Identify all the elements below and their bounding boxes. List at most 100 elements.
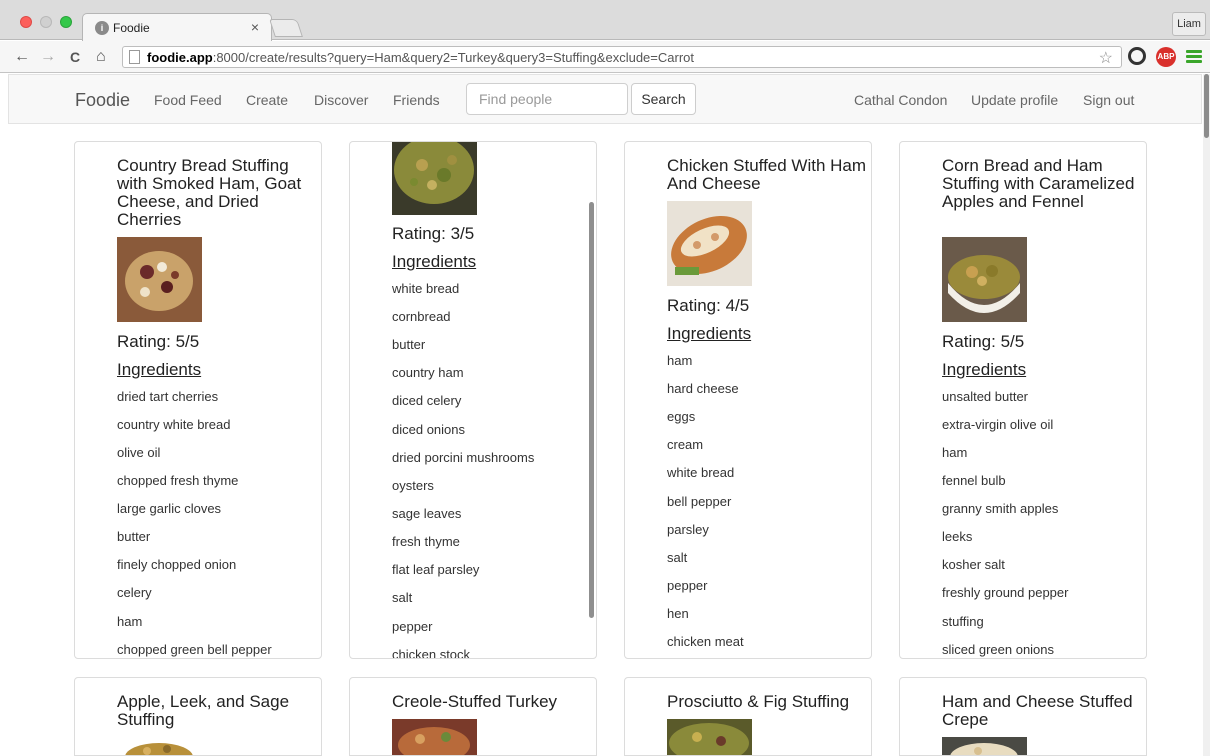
recipe-image[interactable] [392, 719, 477, 755]
brand-logo[interactable]: Foodie [75, 90, 130, 111]
ingredient-item: hen [667, 606, 689, 621]
search-button[interactable]: Search [631, 83, 696, 115]
find-people-input[interactable] [466, 83, 628, 115]
close-window-button[interactable] [20, 16, 32, 28]
recipe-image[interactable] [117, 237, 202, 322]
ingredient-item: celery [117, 585, 152, 600]
ingredient-item: chopped fresh thyme [117, 473, 239, 488]
recipe-title[interactable]: Creole-Stuffed Turkey [392, 693, 592, 711]
bookmark-star-icon[interactable]: ☆ [1099, 48, 1113, 68]
ingredient-item: chicken meat [667, 634, 744, 649]
forward-arrow-icon[interactable]: → [40, 47, 56, 67]
page-scrollbar-thumb[interactable] [1204, 74, 1209, 138]
ingredient-item: dried porcini mushrooms [392, 450, 535, 465]
recipe-title[interactable]: Country Bread Stuffing with Smoked Ham, … [117, 157, 317, 229]
minimize-window-button[interactable] [40, 16, 52, 28]
hamburger-menu-icon[interactable] [1186, 50, 1202, 63]
ingredient-item: cream [667, 437, 704, 452]
recipe-image[interactable] [942, 737, 1027, 755]
reload-icon[interactable]: C [70, 47, 80, 67]
ingredient-item: butter [392, 337, 426, 352]
ingredient-item: large garlic cloves [117, 501, 222, 516]
ingredient-item: leeks [942, 529, 973, 544]
recipe-title[interactable]: Corn Bread and Ham Stuffing with Caramel… [942, 157, 1142, 211]
ingredient-item: white bread [667, 465, 735, 480]
new-tab-button[interactable] [269, 19, 303, 37]
nav-discover[interactable]: Discover [314, 92, 368, 108]
recipe-image[interactable] [942, 237, 1027, 322]
ingredients-heading: Ingredients [942, 360, 1027, 379]
recipe-card: Chicken Stuffed With Ham And Cheese Rati… [624, 141, 872, 659]
recipe-card: Ham and Cheese Stuffed Crepe [899, 677, 1147, 756]
ingredient-item: ham [667, 353, 693, 368]
nav-user-name[interactable]: Cathal Condon [854, 92, 947, 108]
browser-toolbar: ← → C ⌂ foodie.app:8000/create/results?q… [0, 41, 1210, 73]
nav-food-feed[interactable]: Food Feed [154, 92, 222, 108]
ingredient-item: bell pepper [667, 494, 732, 509]
home-icon[interactable]: ⌂ [96, 47, 106, 67]
browser-tab[interactable]: i Foodie × [82, 13, 272, 41]
recipe-title[interactable]: Chicken Stuffed With Ham And Cheese [667, 157, 867, 193]
nav-update-profile[interactable]: Update profile [971, 92, 1058, 108]
ingredient-item: oysters [392, 478, 434, 493]
ingredient-item: sliced green onions [942, 642, 1055, 657]
recipe-image[interactable] [667, 719, 752, 755]
ingredient-item: country white bread [117, 417, 231, 432]
opera-extension-icon[interactable] [1128, 47, 1146, 65]
recipe-image[interactable] [667, 201, 752, 286]
url-text: foodie.app:8000/create/results?query=Ham… [147, 50, 694, 65]
recipe-title[interactable]: Prosciutto & Fig Stuffing [667, 693, 867, 711]
ingredient-item: parsley [667, 522, 709, 537]
card-scrollbar-thumb[interactable] [589, 202, 594, 618]
recipe-image[interactable] [117, 737, 202, 755]
ingredient-item: stuffing [942, 614, 984, 629]
recipe-title[interactable]: Apple, Leek, and Sage Stuffing [117, 693, 317, 729]
recipe-rating: Rating: 5/5 [942, 332, 1025, 351]
ingredient-item: hard cheese [667, 381, 739, 396]
ingredient-item: freshly ground pepper [942, 585, 1069, 600]
ingredient-item: fennel bulb [942, 473, 1006, 488]
nav-sign-out[interactable]: Sign out [1083, 92, 1134, 108]
tab-title: Foodie [113, 21, 150, 35]
ingredients-heading: Ingredients [117, 360, 202, 379]
ingredient-item: kosher salt [942, 557, 1005, 572]
ingredient-item: extra-virgin olive oil [942, 417, 1054, 432]
ingredient-item: finely chopped onion [117, 557, 237, 572]
recipe-card: Apple, Leek, and Sage Stuffing [74, 677, 322, 756]
page-scrollbar-track[interactable] [1203, 74, 1210, 756]
ingredient-item: butter [117, 529, 151, 544]
tab-close-icon[interactable]: × [251, 19, 259, 35]
recipe-title[interactable]: Ham and Cheese Stuffed Crepe [942, 693, 1142, 729]
recipe-card: Creole-Stuffed Turkey [349, 677, 597, 756]
ingredient-item: flat leaf parsley [392, 562, 480, 577]
ingredient-item: sage leaves [392, 506, 462, 521]
ingredient-item: white bread [392, 281, 460, 296]
recipe-card: Corn Bread and Ham Stuffing with Caramel… [899, 141, 1147, 659]
ingredient-item: diced onions [392, 422, 465, 437]
recipe-image[interactable] [392, 142, 477, 215]
ingredient-item: country ham [392, 365, 464, 380]
recipe-rating: Rating: 3/5 [392, 224, 475, 243]
ingredient-item: unsalted butter [942, 389, 1029, 404]
ingredient-item: fresh thyme [392, 534, 460, 549]
ingredient-item: pepper [392, 619, 433, 634]
recipe-rating: Rating: 4/5 [667, 296, 750, 315]
nav-friends[interactable]: Friends [393, 92, 440, 108]
address-bar[interactable]: foodie.app:8000/create/results?query=Ham… [122, 46, 1122, 68]
profile-badge[interactable]: Liam [1172, 12, 1206, 36]
ingredients-heading: Ingredients [667, 324, 752, 343]
back-arrow-icon[interactable]: ← [14, 47, 30, 67]
ingredient-item: diced celery [392, 393, 462, 408]
adblock-icon[interactable]: ABP [1156, 47, 1176, 67]
recipe-rating: Rating: 5/5 [117, 332, 200, 351]
site-navbar: Foodie Food Feed Create Discover Friends… [8, 74, 1202, 124]
ingredient-item: ham [117, 614, 143, 629]
ingredient-item: ham [942, 445, 968, 460]
page-icon [129, 50, 140, 64]
ingredient-item: pepper [667, 578, 708, 593]
recipe-card: Prosciutto & Fig Stuffing [624, 677, 872, 756]
nav-create[interactable]: Create [246, 92, 288, 108]
ingredient-item: eggs [667, 409, 696, 424]
maximize-window-button[interactable] [60, 16, 72, 28]
ingredient-item: chicken stock [392, 647, 471, 659]
